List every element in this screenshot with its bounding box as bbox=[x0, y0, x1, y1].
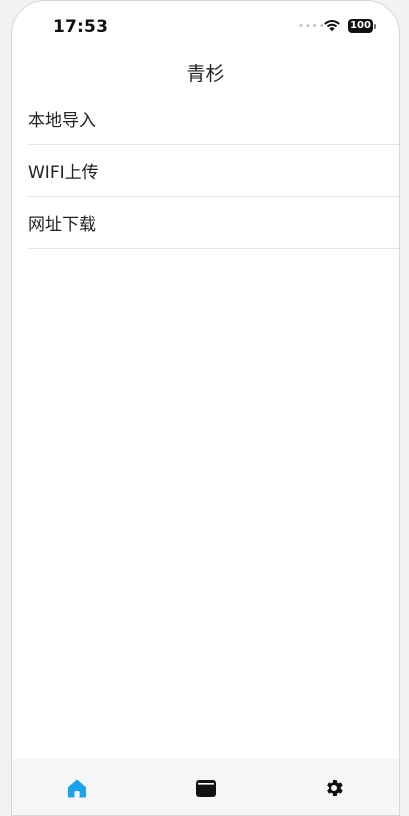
battery-indicator: 100 bbox=[348, 19, 376, 33]
signal-dots: •••• bbox=[298, 21, 326, 32]
menu-item-url-download[interactable]: 网址下载 bbox=[28, 197, 399, 249]
tab-settings[interactable] bbox=[321, 775, 347, 801]
wallet-icon bbox=[195, 780, 216, 797]
status-time: 17:53 bbox=[53, 17, 109, 37]
menu-item-local-import[interactable]: 本地导入 bbox=[28, 93, 399, 145]
tab-wallet[interactable] bbox=[193, 775, 219, 801]
page-title: 青杉 bbox=[186, 63, 225, 85]
home-icon bbox=[68, 779, 86, 798]
battery-level: 100 bbox=[348, 19, 373, 33]
menu-list: 本地导入 WIFI上传 网址下载 bbox=[28, 93, 399, 249]
gear-icon bbox=[327, 780, 343, 796]
menu-item-wifi-upload[interactable]: WIFI上传 bbox=[28, 145, 399, 197]
wifi-icon bbox=[324, 20, 340, 32]
status-bar: 17:53 •••• 100 bbox=[12, 1, 399, 51]
phone-screen: 17:53 •••• 100 青杉 本地导入 WIFI上传 网址下载 bbox=[11, 0, 400, 816]
tab-bar bbox=[12, 759, 399, 815]
tab-home[interactable] bbox=[64, 775, 90, 801]
battery-tip bbox=[374, 23, 376, 29]
